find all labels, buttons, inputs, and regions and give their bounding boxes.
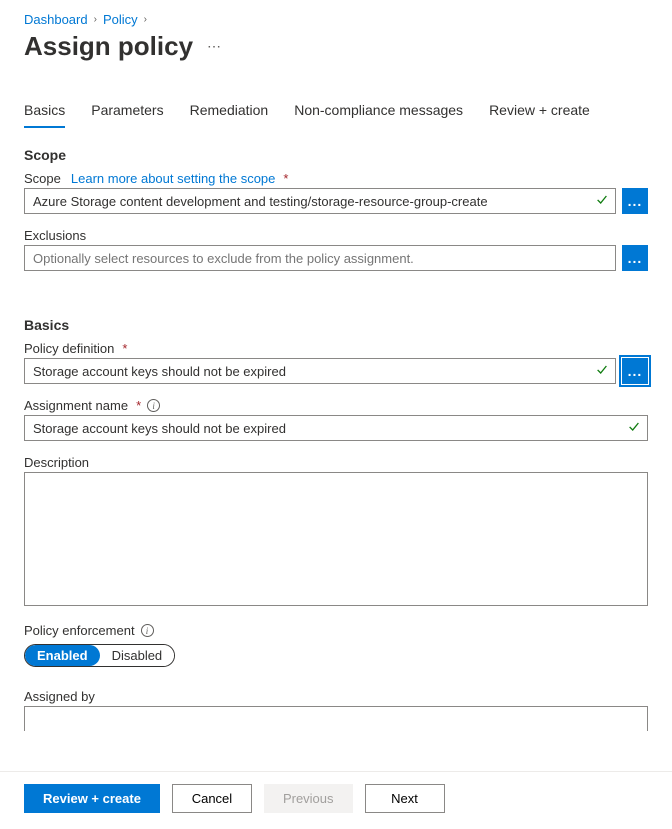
section-scope-heading: Scope: [24, 147, 648, 163]
assigned-by-label: Assigned by: [24, 689, 648, 704]
assignment-name-label-row: Assignment name * i: [24, 398, 648, 413]
scope-input[interactable]: [24, 188, 616, 214]
policy-enforcement-toggle: Enabled Disabled: [24, 644, 175, 667]
tab-parameters[interactable]: Parameters: [91, 96, 163, 128]
policy-definition-label: Policy definition: [24, 341, 114, 356]
tab-remediation[interactable]: Remediation: [190, 96, 269, 128]
scope-label-row: Scope Learn more about setting the scope…: [24, 171, 648, 186]
policy-enforcement-label: Policy enforcement: [24, 623, 135, 638]
description-label: Description: [24, 455, 648, 470]
previous-button: Previous: [264, 784, 353, 813]
tab-bar: Basics Parameters Remediation Non-compli…: [24, 96, 648, 129]
tab-non-compliance[interactable]: Non-compliance messages: [294, 96, 463, 128]
exclusions-input[interactable]: [24, 245, 616, 271]
breadcrumb: Dashboard › Policy ›: [24, 8, 648, 27]
tab-basics[interactable]: Basics: [24, 96, 65, 128]
exclusions-input-field[interactable]: [33, 251, 587, 266]
assigned-by-field[interactable]: [33, 712, 619, 727]
tab-review-create[interactable]: Review + create: [489, 96, 590, 128]
exclusions-label: Exclusions: [24, 228, 648, 243]
page-title: Assign policy: [24, 31, 193, 62]
footer-bar: Review + create Cancel Previous Next: [0, 771, 672, 829]
breadcrumb-dashboard[interactable]: Dashboard: [24, 12, 88, 27]
assignment-name-input[interactable]: [24, 415, 648, 441]
required-indicator: *: [283, 171, 288, 186]
cancel-button[interactable]: Cancel: [172, 784, 252, 813]
exclusions-picker-button[interactable]: ...: [622, 245, 648, 271]
enforcement-enabled-option[interactable]: Enabled: [25, 645, 100, 666]
enforcement-disabled-option[interactable]: Disabled: [100, 645, 175, 666]
check-icon: [627, 420, 641, 437]
next-button[interactable]: Next: [365, 784, 445, 813]
policy-definition-input[interactable]: [24, 358, 616, 384]
check-icon: [595, 193, 609, 210]
info-icon[interactable]: i: [147, 399, 160, 412]
check-icon: [595, 363, 609, 380]
policy-enforcement-label-row: Policy enforcement i: [24, 623, 648, 638]
description-textarea[interactable]: [24, 472, 648, 606]
assignment-name-field[interactable]: [33, 421, 619, 436]
assignment-name-label: Assignment name: [24, 398, 128, 413]
scope-picker-button[interactable]: ...: [622, 188, 648, 214]
policy-definition-field[interactable]: [33, 364, 587, 379]
breadcrumb-policy[interactable]: Policy: [103, 12, 138, 27]
more-actions-icon[interactable]: ⋯: [207, 38, 222, 55]
section-basics-heading: Basics: [24, 317, 648, 333]
chevron-right-icon: ›: [144, 14, 147, 25]
policy-definition-label-row: Policy definition *: [24, 341, 648, 356]
scope-learn-more-link[interactable]: Learn more about setting the scope: [71, 171, 276, 186]
scope-label: Scope: [24, 171, 61, 186]
review-create-button[interactable]: Review + create: [24, 784, 160, 813]
scope-input-field[interactable]: [33, 194, 587, 209]
required-indicator: *: [122, 341, 127, 356]
info-icon[interactable]: i: [141, 624, 154, 637]
chevron-right-icon: ›: [94, 14, 97, 25]
required-indicator: *: [136, 398, 141, 413]
policy-definition-picker-button[interactable]: ...: [622, 358, 648, 384]
assigned-by-input[interactable]: [24, 706, 648, 731]
